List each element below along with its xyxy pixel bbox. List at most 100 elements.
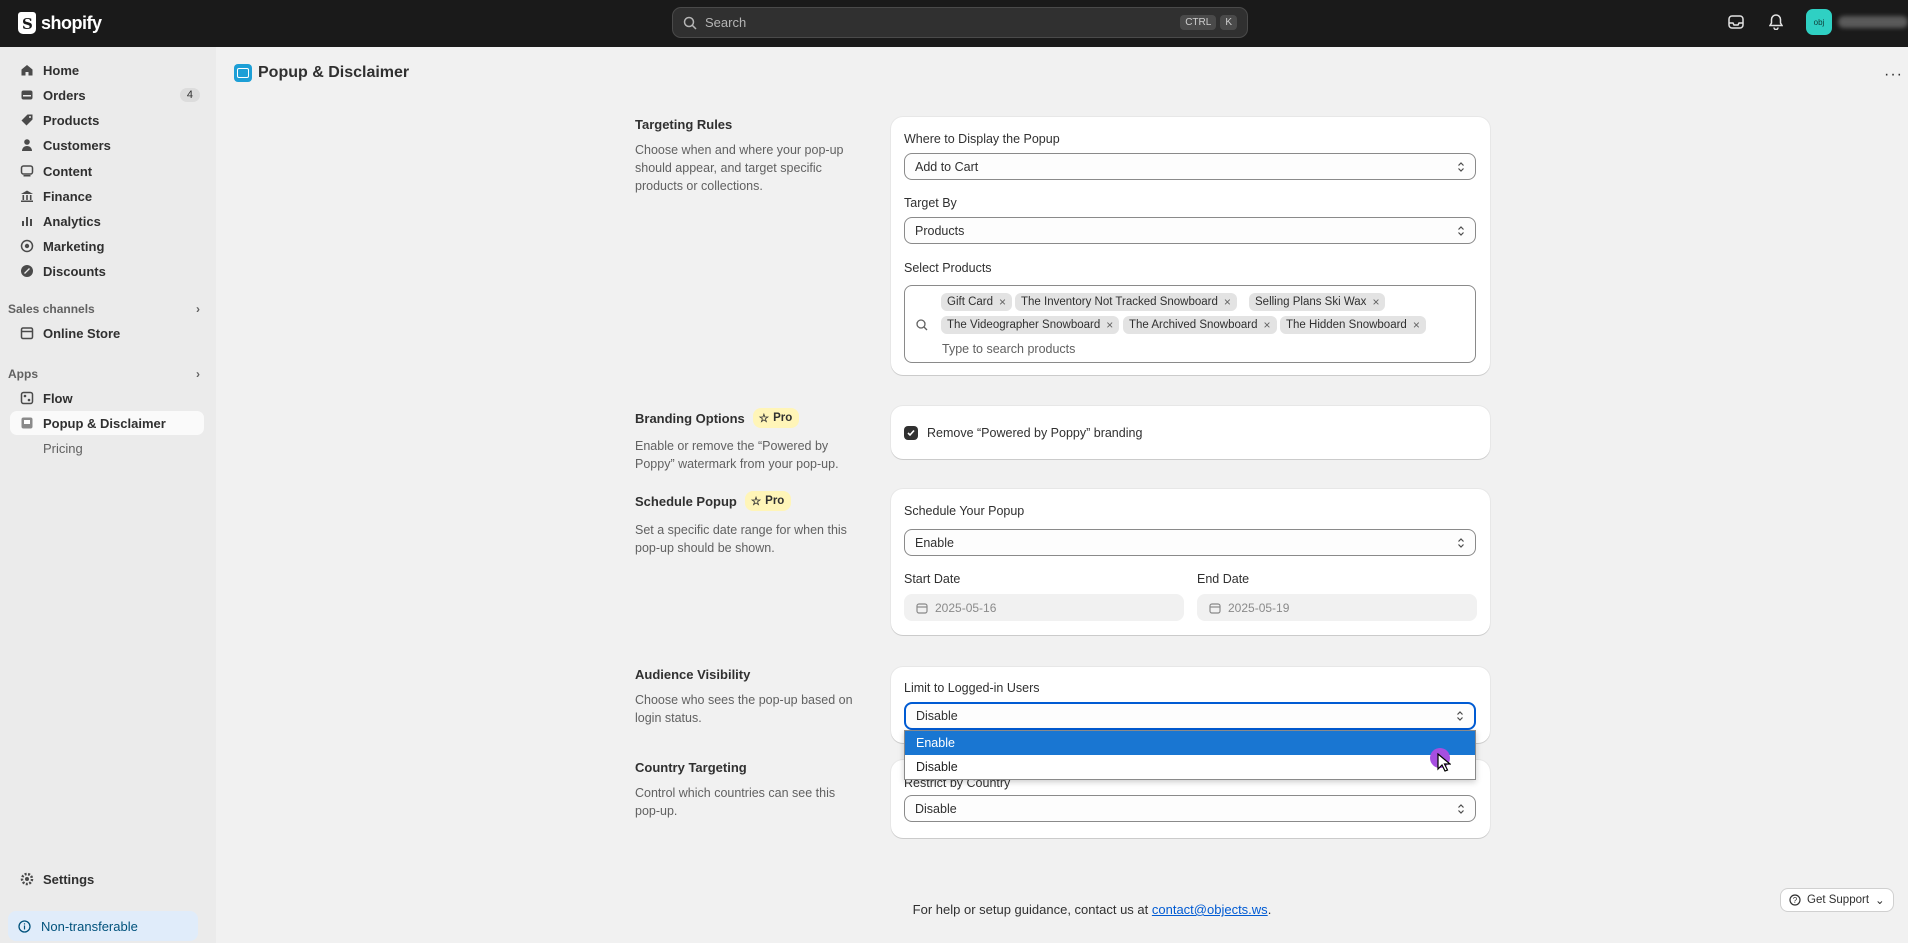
chevron-down-icon: ⌄ <box>1875 895 1885 907</box>
select-chevron-icon <box>1457 711 1463 721</box>
pro-badge: ☆ Pro <box>752 408 800 428</box>
start-date-input[interactable]: 2025-05-16 <box>904 594 1184 621</box>
logged-in-options-list: Enable Disable <box>904 730 1476 780</box>
calendar-icon <box>916 602 928 614</box>
sidebar-item-label: Orders <box>43 87 86 103</box>
store-icon <box>20 326 34 340</box>
top-bar: shopify Search CTRL K obj <box>0 0 1908 47</box>
sidebar-item-finance[interactable]: Finance <box>10 184 204 208</box>
orders-count-badge: 4 <box>179 88 200 102</box>
remove-tag-icon[interactable]: × <box>1106 318 1113 332</box>
gear-icon <box>20 872 34 886</box>
apps-header[interactable]: Apps › <box>8 367 200 381</box>
remove-branding-checkbox[interactable] <box>904 426 918 440</box>
limit-logged-in-label: Limit to Logged-in Users <box>904 681 1040 695</box>
inbox-icon[interactable] <box>1726 12 1746 32</box>
sidebar-item-online-store[interactable]: Online Store <box>10 321 204 345</box>
start-date-label: Start Date <box>904 572 961 586</box>
sidebar-item-content[interactable]: Content <box>10 159 204 183</box>
remove-branding-label[interactable]: Remove “Powered by Poppy” branding <box>927 426 1142 440</box>
sidebar-item-home[interactable]: Home <box>10 58 204 82</box>
schedule-popup-desc: Set a specific date range for when this … <box>635 523 847 555</box>
products-search-placeholder[interactable]: Type to search products <box>942 342 1075 356</box>
target-by-select[interactable]: Products <box>904 217 1476 244</box>
products-tag-input[interactable]: Gift Card × The Inventory Not Tracked Sno… <box>904 285 1476 363</box>
app-icon <box>20 416 34 430</box>
kbd-k: K <box>1220 15 1237 30</box>
branding-card: Remove “Powered by Poppy” branding <box>891 406 1490 459</box>
sidebar-item-label: Pricing <box>43 440 83 456</box>
discount-icon <box>20 264 34 278</box>
branding-options-title: Branding Options ☆ Pro <box>635 408 800 428</box>
option-enable[interactable]: Enable <box>905 731 1475 755</box>
star-icon: ☆ <box>758 413 770 425</box>
schedule-card: Schedule Your Popup Enable Start Date En… <box>891 489 1490 635</box>
country-targeting-desc: Control which countries can see this pop… <box>635 786 836 818</box>
kbd-ctrl: CTRL <box>1180 15 1217 30</box>
sidebar-item-pricing[interactable]: Pricing <box>10 436 204 460</box>
sidebar-item-label: Products <box>43 112 100 128</box>
select-chevron-icon <box>1458 161 1464 172</box>
avatar[interactable]: obj <box>1806 9 1832 35</box>
tag-icon <box>20 113 34 127</box>
where-display-select[interactable]: Add to Cart <box>904 153 1476 180</box>
sales-channels-header[interactable]: Sales channels › <box>8 302 200 316</box>
pro-badge: ☆ Pro <box>744 491 792 511</box>
restrict-country-select[interactable]: Disable <box>904 795 1476 822</box>
sidebar-item-discounts[interactable]: Discounts <box>10 259 204 283</box>
sidebar-item-marketing[interactable]: Marketing <box>10 234 204 258</box>
end-date-label: End Date <box>1197 572 1250 586</box>
search-bar[interactable]: Search CTRL K <box>672 7 1248 38</box>
sidebar-item-customers[interactable]: Customers <box>10 133 204 157</box>
remove-tag-icon[interactable]: × <box>1413 318 1420 332</box>
popup-app-icon <box>234 64 252 82</box>
limit-logged-in-select[interactable]: Disable <box>904 702 1476 730</box>
page-title: Popup & Disclaimer <box>234 64 409 82</box>
remove-tag-icon[interactable]: × <box>1224 295 1231 309</box>
sidebar-item-label: Flow <box>43 390 73 406</box>
sidebar-item-analytics[interactable]: Analytics <box>10 209 204 233</box>
targeting-card: Where to Display the Popup Add to Cart T… <box>891 117 1490 375</box>
schedule-popup-title: Schedule Popup ☆ Pro <box>635 491 792 511</box>
shopify-logo[interactable]: shopify <box>18 12 102 34</box>
schedule-select[interactable]: Enable <box>904 529 1476 556</box>
search-icon <box>683 16 697 30</box>
sidebar-item-popup-disclaimer[interactable]: Popup & Disclaimer <box>10 411 204 435</box>
targeting-rules-title: Targeting Rules <box>635 117 733 132</box>
product-tag: The Videographer Snowboard × <box>941 316 1120 334</box>
help-footer: For help or setup guidance, contact us a… <box>912 902 1272 917</box>
product-tag: Selling Plans Ski Wax × <box>1249 293 1386 311</box>
remove-tag-icon[interactable]: × <box>999 295 1006 309</box>
option-disable[interactable]: Disable <box>905 755 1475 779</box>
audience-visibility-title: Audience Visibility <box>635 667 751 682</box>
product-tag: The Archived Snowboard × <box>1123 316 1277 334</box>
more-actions-icon[interactable]: ··· <box>1884 66 1903 84</box>
brand-name: shopify <box>41 12 102 33</box>
select-products-label: Select Products <box>904 261 992 275</box>
end-date-input[interactable]: 2025-05-19 <box>1197 594 1477 621</box>
sidebar-item-label: Analytics <box>43 213 101 229</box>
store-name-blurred[interactable] <box>1838 16 1908 28</box>
sidebar-item-label: Discounts <box>43 263 106 279</box>
sidebar-item-label: Popup & Disclaimer <box>43 415 166 431</box>
sidebar-item-orders[interactable]: Orders 4 <box>10 83 204 107</box>
sidebar-item-flow[interactable]: Flow <box>10 386 204 410</box>
person-icon <box>20 138 34 152</box>
sidebar-item-products[interactable]: Products <box>10 108 204 132</box>
contact-email-link[interactable]: contact@objects.ws <box>1152 902 1268 917</box>
country-targeting-title: Country Targeting <box>635 760 747 775</box>
star-icon: ☆ <box>750 496 762 508</box>
remove-tag-icon[interactable]: × <box>1372 295 1379 309</box>
sidebar: Home Orders 4 Products Customers Content… <box>0 47 216 943</box>
bell-icon[interactable] <box>1766 12 1786 32</box>
bank-icon <box>20 189 34 203</box>
shopify-bag-icon <box>18 12 36 34</box>
sidebar-item-settings[interactable]: Settings <box>10 867 204 891</box>
sidebar-item-label: Home <box>43 62 80 78</box>
sidebar-item-label: Marketing <box>43 238 105 254</box>
get-support-button[interactable]: ? Get Support ⌄ <box>1780 888 1894 912</box>
branding-options-desc: Enable or remove the “Powered by Poppy” … <box>635 439 839 471</box>
remove-tag-icon[interactable]: × <box>1264 318 1271 332</box>
home-icon <box>20 63 34 77</box>
chevron-right-icon: › <box>196 367 200 381</box>
